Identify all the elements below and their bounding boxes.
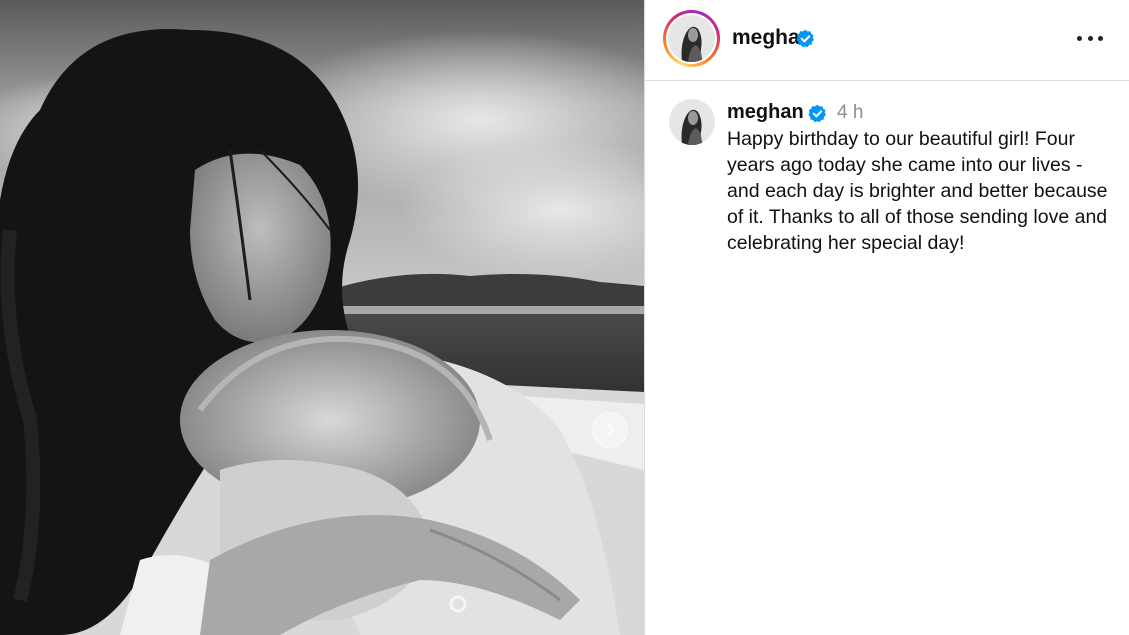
- more-dot: [1098, 35, 1103, 41]
- post-header: meghan: [645, 0, 1129, 81]
- caption-avatar[interactable]: [669, 99, 715, 145]
- more-options-button[interactable]: [1077, 28, 1103, 48]
- post-side-panel: meghan meghan 4 h Happy birthday to our …: [645, 0, 1129, 635]
- caption-username[interactable]: meghan: [727, 101, 804, 124]
- caption-timestamp[interactable]: 4 h: [837, 102, 863, 124]
- more-horizontal-icon: [1077, 35, 1082, 41]
- more-dot: [1087, 35, 1093, 41]
- instagram-post: meghan meghan 4 h Happy birthday to our …: [0, 0, 1129, 635]
- verified-badge-icon: [808, 104, 826, 123]
- verified-badge-icon: [796, 29, 814, 48]
- header-avatar-story-ring[interactable]: [663, 10, 720, 67]
- post-media[interactable]: [0, 0, 644, 635]
- chevron-right-icon: [607, 424, 614, 436]
- avatar: [668, 15, 715, 62]
- post-photo: [0, 0, 644, 635]
- caption-text: Happy birthday to our beautiful girl! Fo…: [727, 128, 1108, 254]
- carousel-next-button[interactable]: [592, 412, 628, 448]
